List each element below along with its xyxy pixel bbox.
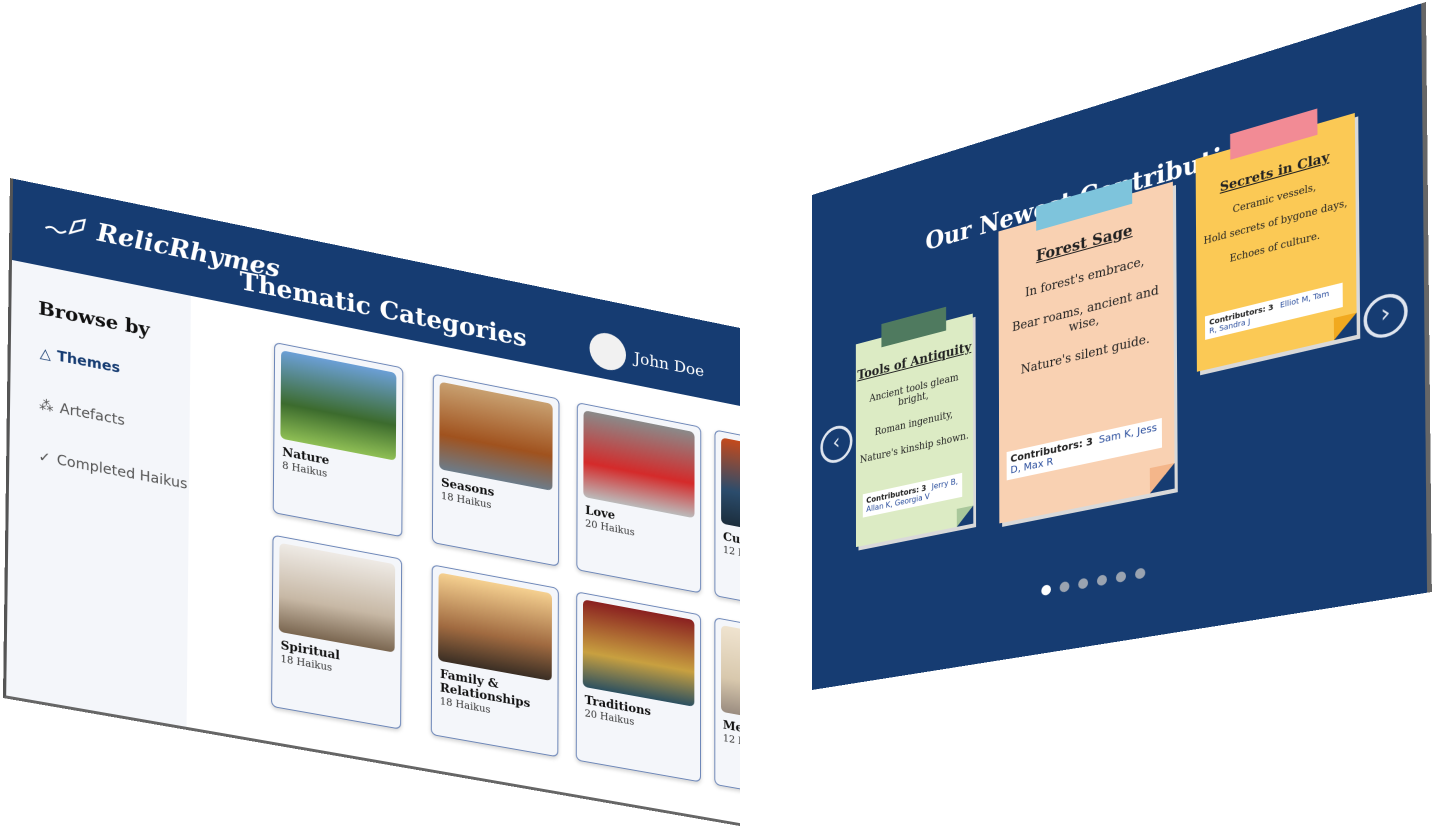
prev-arrow-icon[interactable]: ‹ [820,422,853,467]
page-fold [1149,463,1175,494]
category-image [438,572,553,682]
sidebar-item-completed-haikus[interactable]: ✓ Completed Haikus [38,449,189,493]
category-card[interactable]: Love 20 Haikus [576,402,702,594]
user-name: John Doe [633,347,705,381]
contributors: Contributors: 3 Sam K, Jess D, Max R [1006,418,1163,481]
contributors: Contributors: 3 Elliot M, Tam R, Sandra J [1204,282,1343,340]
pagination-dot[interactable] [1096,574,1107,587]
contributors-count: 3 [1268,302,1274,313]
category-image [278,542,396,653]
page-fold [1333,312,1357,341]
contributors-count: 3 [1085,436,1093,450]
sidebar-item-themes[interactable]: △ Themes [40,345,190,390]
user-menu[interactable]: John Doe [589,329,705,389]
shapes-icon: △ [39,345,51,364]
pagination-dot[interactable] [1077,577,1088,590]
category-card[interactable]: Spiritual 18 Haikus [271,534,403,730]
category-image [582,599,695,707]
sidebar-heading: Browse by [38,297,150,341]
haiku-note[interactable]: Forest Sage In forest's embrace, Bear roa… [998,178,1175,524]
pagination-dot[interactable] [1059,580,1069,593]
avatar[interactable] [589,329,627,374]
category-card[interactable]: Nature 8 Haikus [272,341,404,538]
categories-screen: RelicRhymes Thematic Categories John Doe… [2,178,741,827]
sidebar-item-label: Completed Haikus [56,452,188,493]
category-card[interactable]: Family & Relationships 18 Haikus [430,564,559,758]
sidebar-item-label: Artefacts [59,400,125,430]
sidebar-item-label: Themes [56,348,121,377]
category-card[interactable]: Seasons 18 Haikus [431,373,560,567]
sidebar: Browse by △ Themes ⁂ Artefacts ✓ Completed … [6,259,191,727]
tape [1230,108,1318,160]
next-arrow-icon[interactable]: › [1363,289,1408,343]
category-image [721,437,741,545]
category-card[interactable]: Traditions 20 Haikus [575,591,702,783]
category-count: 12 H [722,733,741,749]
category-image [439,381,553,491]
category-image [583,410,695,519]
category-image [280,350,397,461]
contributions-screen: Our Newest Contributions ‹ › Tools of An… [811,1,1432,690]
category-card[interactable]: Me 12 H [714,617,741,807]
page-fold [956,505,974,527]
category-count: 12 H [722,544,741,560]
artefacts-icon: ⁂ [39,396,54,416]
pagination-dot[interactable] [1040,584,1051,597]
tape [881,306,946,348]
category-image [721,625,741,732]
sidebar-item-artefacts[interactable]: ⁂ Artefacts [39,397,190,442]
haiku-note[interactable]: Secrets in Clay Ceramic vessels, Hold sec… [1195,108,1357,372]
contributors: Contributors: 3 Jerry B, Allan K, Georgia… [862,472,963,518]
check-circle-icon: ✓ [38,448,51,468]
haiku-line: Hold secrets of bygone days, [1203,198,1348,248]
pagination-dot[interactable] [1115,570,1126,584]
category-card[interactable]: Cul 12 H [714,429,741,620]
haiku-line: Echoes of culture. [1229,230,1321,265]
notes-carousel: Tools of Antiquity Ancient tools gleam b… [812,3,1421,548]
haiku-note[interactable]: Tools of Antiquity Ancient tools gleam b… [855,306,974,548]
pagination-dot[interactable] [1134,567,1145,580]
